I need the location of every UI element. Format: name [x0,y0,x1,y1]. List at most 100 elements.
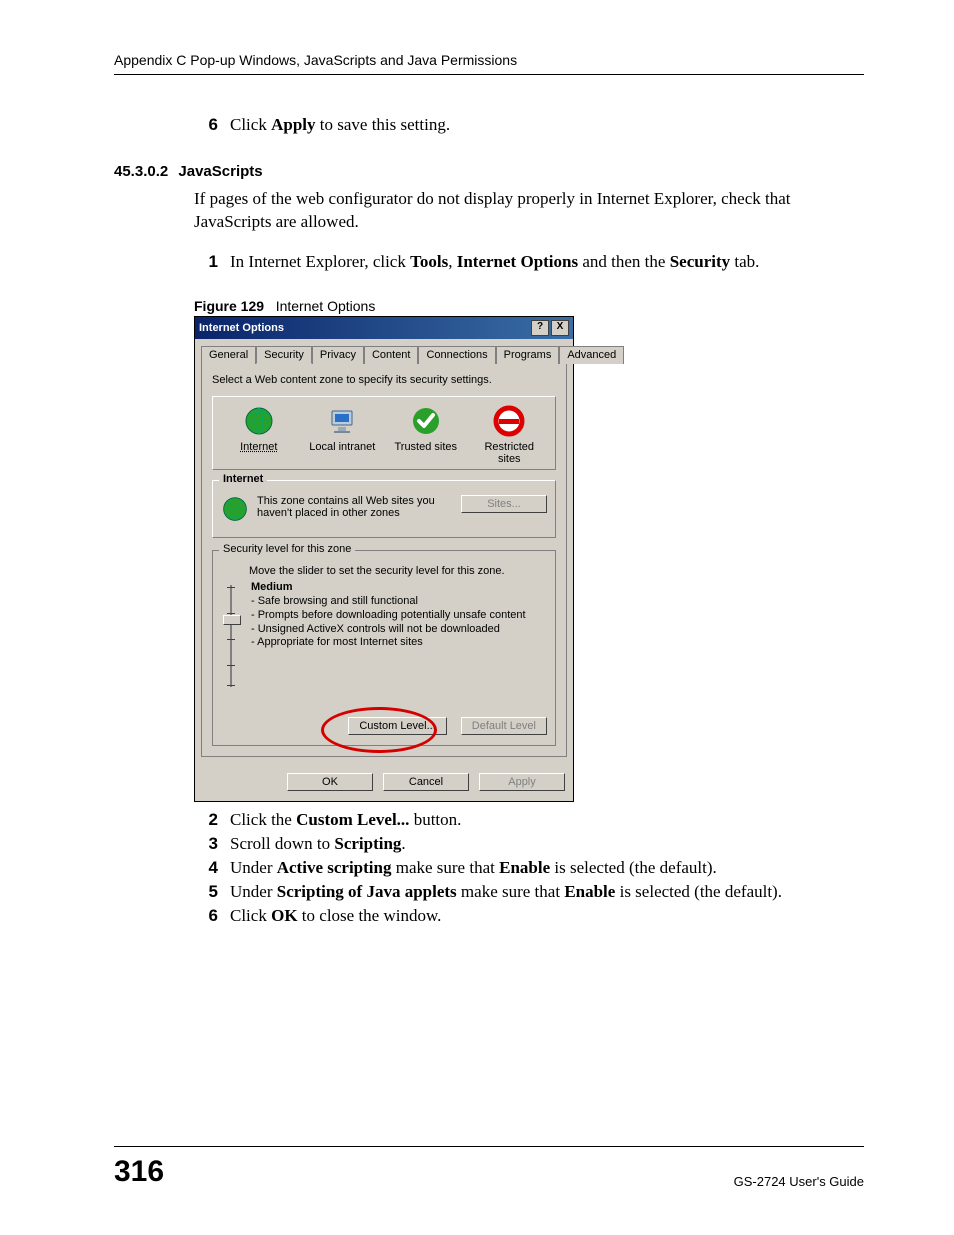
step-number: 6 [194,906,218,926]
dialog-footer: OK Cancel Apply [195,763,573,801]
step-3: 3 Scroll down to Scripting. [194,834,864,854]
intro-paragraph: If pages of the web configurator do not … [194,188,864,234]
step-number: 3 [194,834,218,854]
ok-button[interactable]: OK [287,773,373,791]
step-number: 4 [194,858,218,878]
zone-trusted-sites[interactable]: Trusted sites [391,405,461,453]
section-number: 45.3.0.2 [114,163,168,180]
step-6-apply: 6 Click Apply to save this setting. [194,115,864,135]
zone-internet[interactable]: Internet [224,405,294,453]
security-slider[interactable] [221,581,241,691]
level-medium: Medium [251,581,526,593]
text: make sure that [391,858,499,877]
bold: Custom Level... [296,810,409,829]
security-level-group: Security level for this zone Move the sl… [212,550,556,746]
custom-level-button[interactable]: Custom Level... [348,717,446,735]
zone-description: This zone contains all Web sites you hav… [257,495,453,519]
help-button[interactable]: ? [531,320,549,336]
tab-content[interactable]: Content [364,346,419,364]
titlebar: Internet Options ? X [195,317,573,339]
level-bullet: - Unsigned ActiveX controls will not be … [251,623,526,637]
bold-internet-options: Internet Options [457,252,578,271]
bold: Scripting [334,834,401,853]
text: Click [230,906,271,925]
bold: Enable [499,858,550,877]
step-2: 2 Click the Custom Level... button. [194,810,864,830]
forbidden-icon [493,405,525,437]
globe-icon [243,405,275,437]
tab-strip: General Security Privacy Content Connect… [195,339,573,363]
figure-title: Internet Options [276,298,376,314]
step-5: 5 Under Scripting of Java applets make s… [194,882,864,902]
close-button[interactable]: X [551,320,569,336]
page-footer: 316 GS-2724 User's Guide [114,1146,864,1189]
zone-instruction: Select a Web content zone to specify its… [212,374,556,386]
tab-panel-security: Select a Web content zone to specify its… [201,363,567,757]
apply-button[interactable]: Apply [479,773,565,791]
computer-icon [326,405,358,437]
tab-programs[interactable]: Programs [496,346,560,364]
level-bullet: - Appropriate for most Internet sites [251,636,526,650]
text: Click [230,115,271,134]
text: Under [230,858,277,877]
security-level-legend: Security level for this zone [219,543,355,555]
check-circle-icon [410,405,442,437]
globe-icon [221,495,249,523]
bold: OK [271,906,297,925]
tab-connections[interactable]: Connections [418,346,495,364]
text: tab. [730,252,759,271]
zone-name: Internet [219,473,267,485]
zone-selector: Internet Local intranet Trusted sites [212,396,556,470]
zone-description-box: Internet This zone contains all Web site… [212,480,556,538]
tab-general[interactable]: General [201,346,256,364]
step-1: 1 In Internet Explorer, click Tools, Int… [194,252,864,272]
text: Scroll down to [230,834,334,853]
guide-name: GS-2724 User's Guide [734,1174,864,1189]
level-bullet: - Safe browsing and still functional [251,595,526,609]
text: , [448,252,457,271]
step-number: 2 [194,810,218,830]
bold-apply: Apply [271,115,315,134]
bold: Enable [564,882,615,901]
text: is selected (the default). [550,858,717,877]
section-heading: 45.3.0.2 JavaScripts [114,163,864,180]
tab-security[interactable]: Security [256,346,312,364]
slider-instruction: Move the slider to set the security leve… [249,565,547,577]
internet-options-dialog: Internet Options ? X General Security Pr… [194,316,574,802]
running-header: Appendix C Pop-up Windows, JavaScripts a… [114,52,864,75]
bold-security: Security [670,252,730,271]
zone-label: Trusted sites [391,441,461,453]
text: and then the [578,252,670,271]
text: . [401,834,405,853]
text: make sure that [457,882,565,901]
cancel-button[interactable]: Cancel [383,773,469,791]
titlebar-text: Internet Options [199,322,529,334]
step-4: 4 Under Active scripting make sure that … [194,858,864,878]
step-number: 6 [194,115,218,135]
level-bullet: - Prompts before downloading potentially… [251,609,526,623]
zone-label: Local intranet [307,441,377,453]
text: Under [230,882,277,901]
bold-tools: Tools [410,252,448,271]
text: is selected (the default). [615,882,782,901]
text: to close the window. [298,906,442,925]
step-6: 6 Click OK to close the window. [194,906,864,926]
bold: Scripting of Java applets [277,882,457,901]
section-title: JavaScripts [178,163,262,180]
zone-local-intranet[interactable]: Local intranet [307,405,377,453]
figure-caption: Figure 129 Internet Options [194,298,864,314]
tab-advanced[interactable]: Advanced [559,346,624,364]
bold: Active scripting [277,858,392,877]
zone-label: Restricted sites [474,441,544,465]
text: to save this setting. [316,115,451,134]
page-number: 316 [114,1155,164,1189]
tab-privacy[interactable]: Privacy [312,346,364,364]
default-level-button[interactable]: Default Level [461,717,547,735]
text: button. [409,810,461,829]
sites-button[interactable]: Sites... [461,495,547,513]
figure-label: Figure 129 [194,298,264,314]
text: In Internet Explorer, click [230,252,410,271]
text: Click the [230,810,296,829]
zone-label: Internet [224,441,294,453]
zone-restricted-sites[interactable]: Restricted sites [474,405,544,465]
